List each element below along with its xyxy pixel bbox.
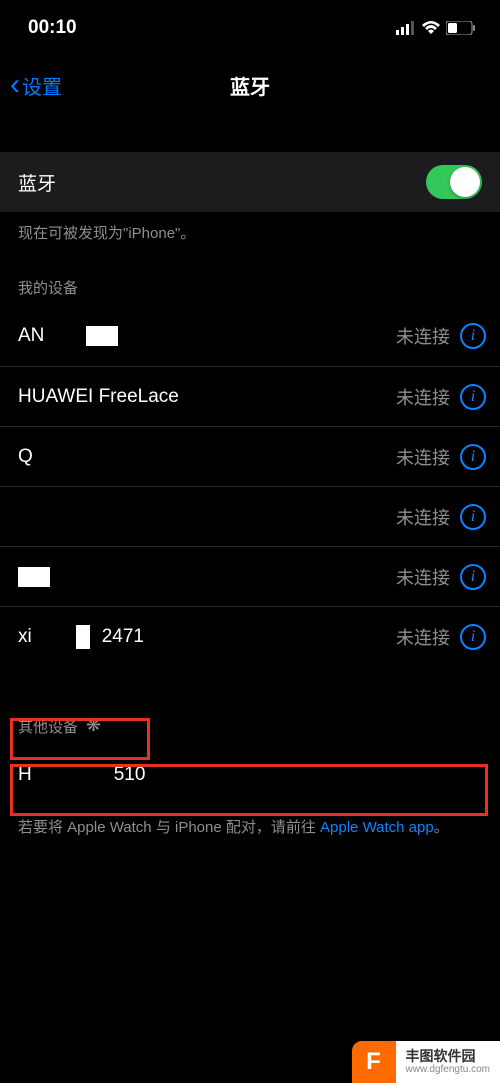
my-devices-header: 我的设备 (0, 267, 500, 306)
info-icon[interactable]: i (460, 384, 486, 410)
nav-bar: ‹ 设置 蓝牙 (0, 56, 500, 114)
info-icon[interactable]: i (460, 624, 486, 650)
watermark-title: 丰图软件园 (406, 1049, 491, 1064)
bluetooth-toggle-cell: 蓝牙 (0, 152, 500, 212)
device-status: 未连接 (396, 564, 450, 590)
apple-watch-link[interactable]: Apple Watch app (320, 819, 434, 836)
device-row[interactable]: xi 2471 未连接 i (0, 606, 500, 666)
other-devices-label: 其他设备 (18, 716, 78, 737)
device-row[interactable]: Q 未连接 i (0, 426, 500, 486)
info-icon[interactable]: i (460, 504, 486, 530)
device-status: 未连接 (396, 624, 450, 650)
status-time: 00:10 (28, 17, 77, 39)
status-indicators (396, 21, 476, 35)
other-device-row[interactable]: H 510 (0, 745, 500, 805)
back-button[interactable]: ‹ 设置 (10, 70, 62, 100)
device-row[interactable]: 未连接 i (0, 486, 500, 546)
battery-icon (446, 21, 476, 35)
toggle-knob (450, 167, 480, 197)
discoverable-text: 现在可被发现为"iPhone"。 (0, 212, 500, 267)
device-row[interactable]: AN 未连接 i (0, 306, 500, 366)
watermark: F 丰图软件园 www.dgfengtu.com (352, 1041, 500, 1083)
device-status: 未连接 (396, 323, 450, 349)
bluetooth-label: 蓝牙 (18, 169, 56, 196)
redacted-block (76, 625, 90, 649)
bluetooth-toggle[interactable] (426, 165, 482, 199)
watermark-icon: F (352, 1041, 396, 1083)
back-label: 设置 (22, 71, 62, 100)
info-icon[interactable]: i (460, 564, 486, 590)
redacted-block (86, 326, 118, 346)
device-status: 未连接 (396, 444, 450, 470)
apple-watch-note: 若要将 Apple Watch 与 iPhone 配对，请前往 Apple Wa… (0, 805, 500, 852)
info-icon[interactable]: i (460, 444, 486, 470)
device-row[interactable]: 未连接 i (0, 546, 500, 606)
bluetooth-toggle-group: 蓝牙 (0, 152, 500, 212)
page-title: 蓝牙 (230, 71, 270, 100)
my-devices-list: AN 未连接 i HUAWEI FreeLace 未连接 i Q 未连接 i 未… (0, 306, 500, 666)
device-status: 未连接 (396, 384, 450, 410)
wifi-icon (422, 21, 440, 35)
device-row[interactable]: HUAWEI FreeLace 未连接 i (0, 366, 500, 426)
chevron-left-icon: ‹ (10, 70, 20, 100)
other-devices-header: 其他设备 (0, 706, 500, 745)
watermark-url: www.dgfengtu.com (406, 1064, 491, 1075)
status-bar: 00:10 (0, 0, 500, 56)
signal-icon (396, 21, 416, 35)
spinner-icon (86, 718, 104, 736)
device-status: 未连接 (396, 504, 450, 530)
info-icon[interactable]: i (460, 323, 486, 349)
redacted-block (18, 567, 50, 587)
